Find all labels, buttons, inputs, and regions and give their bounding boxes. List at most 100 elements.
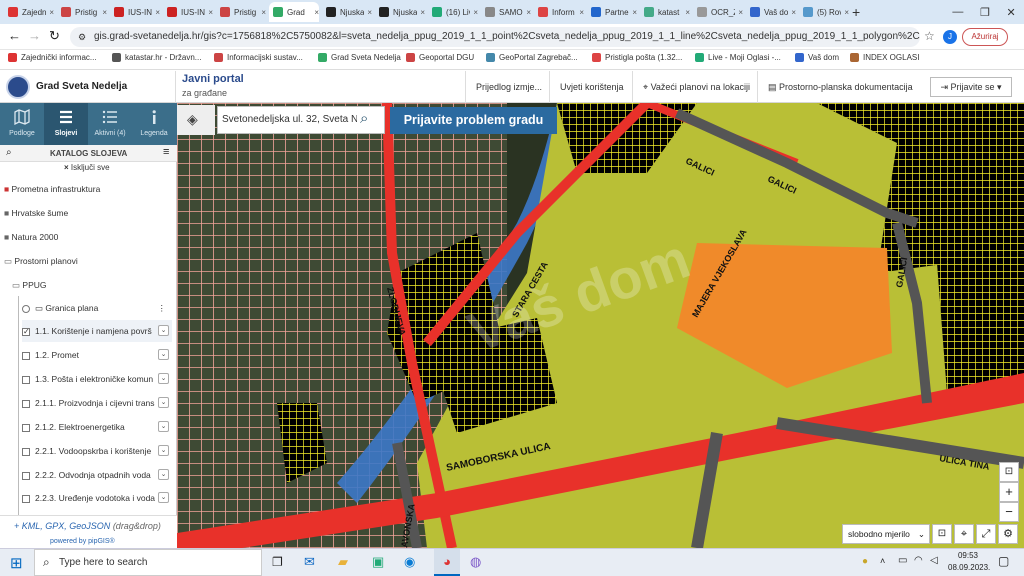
windows-start-icon[interactable]: ⊞ [10,554,23,572]
close-tab-icon[interactable]: × [738,8,743,17]
bookmark-item[interactable]: Informacijski sustav... [214,53,303,62]
map-canvas[interactable]: GALICI GALICI STARA CESTA MAJERA VJEKOSL… [177,103,1024,548]
close-tab-icon[interactable]: × [155,8,160,17]
browser-tab[interactable]: IUS-INI × [110,2,160,22]
bookmark-item[interactable]: Pristigla pošta (1.32... [592,53,682,62]
chevron-down-icon[interactable]: ⌄ [158,397,169,408]
chevron-down-icon[interactable]: ⌄ [158,373,169,384]
search-icon[interactable]: ⌕ [6,147,12,158]
tab-layers[interactable]: Slojevi [44,103,88,145]
close-tab-icon[interactable]: × [632,8,637,17]
checkbox[interactable] [22,399,30,408]
close-tab-icon[interactable]: × [473,8,478,17]
back-icon[interactable]: ← [8,28,21,43]
task-view-icon[interactable]: ❐ [272,555,283,569]
layer-item[interactable]: 1.2. Promet ⌄ [22,344,172,366]
login-button[interactable]: ⇥ Prijavite se ▾ [930,77,1012,97]
wifi-icon[interactable]: ◠ [914,555,923,566]
close-window-icon[interactable]: ✕ [1006,6,1015,19]
bookmark-item[interactable]: Zajednički informac... [8,53,97,62]
chevron-down-icon[interactable]: ⌄ [158,492,169,503]
settings-icon[interactable]: ⚙ [998,524,1018,544]
locate-icon[interactable]: ⌖ [954,524,974,544]
checkbox[interactable] [22,375,30,384]
nav-proposal[interactable]: Prijedlog izmje... [465,71,552,103]
close-tab-icon[interactable]: × [526,8,531,17]
layer-item[interactable]: 2.2.1. Vodoopskrba i korištenje ⌄ [22,440,172,462]
new-tab-button[interactable]: + [852,2,860,22]
layer-item[interactable]: ✓ 1.1. Korištenje i namjena površ ⌄ [22,320,172,342]
notifications-icon[interactable]: ▢ [998,554,1009,568]
clock-time[interactable]: 09:53 [948,551,988,560]
close-tab-icon[interactable]: × [314,8,319,17]
nav-terms[interactable]: Uvjeti korištenja [549,71,634,103]
exclude-all-button[interactable]: × Isključi sve [64,163,110,172]
site-info-icon[interactable]: ⚙ [78,27,86,47]
bookmark-item[interactable]: Live - Moji Oglasi -... [695,53,781,62]
bookmark-item[interactable]: Vaš dom [795,53,839,62]
update-button[interactable]: Ažuriraj [962,28,1008,46]
search-icon[interactable]: ⌕ [360,110,368,127]
nav-valid-plans[interactable]: ⌖ Važeći planovi na lokaciji [632,71,760,103]
browser-tab[interactable]: Njuska × [375,2,425,22]
layer-item[interactable]: ▭ Granica plana ⋮ [22,297,172,319]
browser-tab[interactable]: Zajedn × [4,2,54,22]
checkbox-checked[interactable]: ✓ [22,327,30,336]
checkbox[interactable] [22,447,30,456]
tab-legend[interactable]: Legenda [132,103,176,145]
close-tab-icon[interactable]: × [102,8,107,17]
search-input[interactable]: Svetonedeljska ul. 32, Sveta Ne [222,114,357,125]
radio-off[interactable] [22,304,30,313]
checkbox[interactable] [22,351,30,360]
basemap-toggle[interactable]: ◈ [177,105,215,135]
report-problem-button[interactable]: Prijavite problem gradu [390,107,557,134]
subgroup-ppug[interactable]: ▭ PPUG [12,274,47,296]
checkbox[interactable] [22,423,30,432]
url-field[interactable]: ⚙ gis.grad-svetanedelja.hr/gis?c=1756818… [70,27,920,47]
lock-icon[interactable]: ⊡ [999,462,1019,482]
close-tab-icon[interactable]: × [579,8,584,17]
browser-tab[interactable]: Pristig × [216,2,266,22]
browser-tab[interactable]: IUS-INI × [163,2,213,22]
browser-tab[interactable]: (16) Liv × [428,2,478,22]
layer-item[interactable]: 2.1.1. Proizvodnja i cijevni trans ⌄ [22,392,172,414]
chevron-down-icon[interactable]: ⌄ [158,469,169,480]
close-tab-icon[interactable]: × [49,8,54,17]
tab-basemaps[interactable]: Podloge [0,103,44,145]
group-spatial-plans[interactable]: ▭ Prostorni planovi [4,250,78,272]
scale-select[interactable]: slobodno mjerilo ⌄ [842,524,930,544]
chevron-down-icon[interactable]: ⌄ [158,349,169,360]
fullscreen-icon[interactable]: ⤢ [976,524,996,544]
bookmark-item[interactable]: Grad Sveta Nedelja [318,53,401,62]
close-tab-icon[interactable]: × [261,8,266,17]
browser-tab[interactable]: Partne × [587,2,637,22]
browser-tab[interactable]: (5) Rov × [799,2,849,22]
tray-icon[interactable]: ● [862,556,868,567]
browser-tab[interactable]: Njuska × [322,2,372,22]
close-tab-icon[interactable]: × [685,8,690,17]
chevron-down-icon[interactable]: ⌄ [158,421,169,432]
browser-tab[interactable]: SAMO × [481,2,531,22]
close-tab-icon[interactable]: × [844,8,849,17]
checkbox[interactable] [22,471,30,480]
browser-tab[interactable]: Inform × [534,2,584,22]
menu-icon[interactable]: ≡ [163,146,169,158]
clock-date[interactable]: 08.09.2023. [948,563,990,572]
chevron-down-icon[interactable]: ⌄ [158,445,169,456]
minimize-icon[interactable]: — [952,6,963,18]
group-natura[interactable]: ■ Natura 2000 [4,226,58,248]
layer-item[interactable]: 1.3. Pošta i elektroničke komun ⌄ [22,368,172,390]
zoom-in-button[interactable]: + [999,482,1019,502]
zoom-out-button[interactable]: − [999,502,1019,522]
reload-icon[interactable]: ↻ [49,28,60,44]
bookmark-item[interactable]: GeoPortal Zagrebač... [486,53,578,62]
group-traffic[interactable]: ■ Prometna infrastruktura [4,178,100,200]
volume-icon[interactable]: ◁ [930,555,938,566]
chevron-up-icon[interactable]: ˄ [880,556,885,566]
close-tab-icon[interactable]: × [367,8,372,17]
tab-active[interactable]: Aktivni (4) [88,103,132,145]
layer-item[interactable]: 2.2.3. Uređenje vodotoka i voda ⌄ [22,487,172,509]
taskbar-search[interactable]: ⌕ Type here to search [34,549,262,576]
network-icon[interactable]: ▭ [898,555,907,566]
nav-documentation[interactable]: ▤ Prostorno-planska dokumentacija [757,71,923,103]
